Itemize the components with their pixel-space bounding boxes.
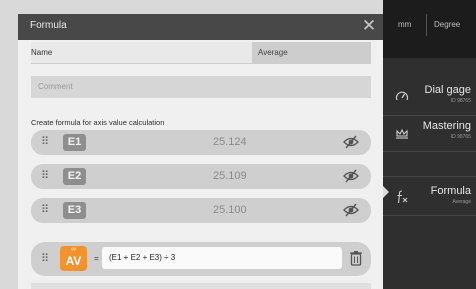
result-badge: ∞ AV: [60, 246, 87, 271]
hidden-eye-icon[interactable]: [343, 202, 359, 218]
formula-icon: [395, 190, 409, 204]
result-badge-label: AV: [65, 254, 82, 268]
result-row-av[interactable]: ⠿ ∞ AV = (E1 + E2 + E3) ÷ 3: [31, 242, 371, 276]
close-icon[interactable]: ✕: [359, 16, 379, 36]
unit-tab-degree[interactable]: Degree: [434, 20, 460, 29]
dialog-header: Formula ✕: [18, 14, 383, 40]
input-value: 25.100: [213, 204, 247, 216]
unit-strip: [383, 0, 476, 58]
dialog-title: Formula: [30, 20, 67, 31]
drag-handle-icon[interactable]: ⠿: [41, 252, 49, 266]
unit-divider: [426, 14, 427, 36]
panel-item-mastering[interactable]: Mastering ID 98765: [383, 116, 476, 152]
formula-input[interactable]: (E1 + E2 + E3) ÷ 3: [102, 247, 342, 269]
trash-icon[interactable]: [349, 250, 363, 266]
panel-item-id: ID 98765: [450, 98, 471, 104]
comment-placeholder: Comment: [38, 82, 73, 91]
input-badge: E3: [63, 202, 86, 219]
panel-item-title: Dial gage: [424, 84, 471, 96]
formula-dialog: Formula ✕ Name Average Comment Create fo…: [0, 0, 383, 289]
panel-item-dial-gage[interactable]: Dial gage ID 98765: [383, 80, 476, 116]
section-label: Create formula for axis value calculatio…: [31, 118, 165, 127]
comment-field[interactable]: Comment: [31, 76, 371, 98]
panel-item-id: ID 98765: [450, 134, 471, 140]
dial-gage-icon: [395, 90, 409, 104]
input-row-e2[interactable]: ⠿ E2 25.109: [31, 164, 371, 189]
input-row-e1[interactable]: ⠿ E1 25.124: [31, 130, 371, 155]
panel-item-title: Mastering: [422, 120, 471, 132]
hidden-eye-icon[interactable]: [343, 168, 359, 184]
input-row-e3[interactable]: ⠿ E3 25.100: [31, 198, 371, 223]
equals-sign: =: [94, 254, 99, 263]
infinity-icon: ∞: [71, 246, 76, 253]
input-badge: E1: [63, 134, 86, 151]
name-field[interactable]: Name Average: [31, 42, 371, 64]
dialog-body: Name Average Comment Create formula for …: [18, 40, 383, 289]
hidden-eye-icon[interactable]: [343, 134, 359, 150]
drag-handle-icon[interactable]: ⠿: [41, 203, 49, 217]
name-value[interactable]: Average: [252, 42, 371, 64]
selection-notch: [383, 186, 389, 198]
unit-tab-mm[interactable]: mm: [398, 20, 411, 29]
input-badge: E2: [63, 168, 86, 185]
panel-item-title: Formula: [430, 185, 471, 197]
input-value: 25.109: [213, 170, 247, 182]
panel-item-sub: Average: [452, 199, 471, 205]
crown-icon: [395, 126, 409, 140]
panel-item-formula[interactable]: Formula Average: [383, 176, 476, 216]
drag-handle-icon[interactable]: ⠿: [41, 169, 49, 183]
drag-handle-icon[interactable]: ⠿: [41, 135, 49, 149]
name-label: Name: [31, 48, 53, 57]
input-value: 25.124: [213, 136, 247, 148]
footer-bar: [31, 283, 371, 289]
